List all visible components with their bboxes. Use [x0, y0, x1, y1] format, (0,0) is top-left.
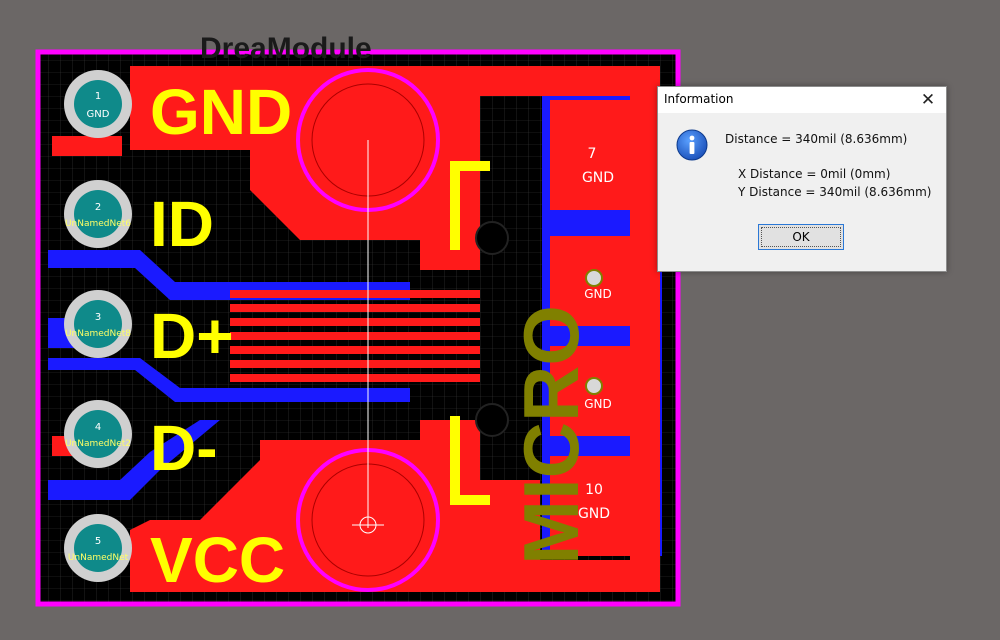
- silk-gnd: GND: [150, 76, 292, 148]
- pin-net: GND: [87, 109, 110, 120]
- close-icon[interactable]: ✕: [910, 87, 946, 113]
- pin-number: 1: [95, 91, 101, 102]
- dialog-titlebar[interactable]: Information ✕: [658, 87, 946, 113]
- silk-vcc: VCC: [150, 524, 285, 596]
- y-distance-text: Y Distance = 340mil (8.636mm): [738, 185, 932, 199]
- ok-button[interactable]: OK: [758, 224, 844, 250]
- pin-3: 3 UnNamedNet8: [64, 290, 132, 358]
- pin-net: UnNamedNet6: [65, 219, 131, 229]
- silk-micro-label: MICRO: [507, 305, 595, 565]
- pin-number: 2: [95, 202, 101, 213]
- info-icon: [676, 129, 708, 161]
- silk-id: ID: [150, 188, 214, 260]
- x-distance-text: X Distance = 0mil (0mm): [738, 167, 891, 181]
- pad-8-net: GND: [584, 287, 612, 301]
- pin-number: 4: [95, 422, 101, 433]
- pad-7-number: 7: [588, 146, 597, 162]
- silk-dplus: D+: [150, 300, 234, 372]
- pin-number: 5: [95, 536, 101, 547]
- watermark-logo: DreaModule: [200, 32, 372, 65]
- pin-2: 2 UnNamedNet6: [64, 180, 132, 248]
- distance-text: Distance = 340mil (8.636mm): [725, 132, 908, 146]
- pin-net: UnNamedNet2: [65, 439, 131, 449]
- pin-number: 3: [95, 312, 101, 323]
- ok-button-label: OK: [792, 230, 810, 244]
- information-dialog[interactable]: Information ✕ Distance = 340mil (8.636mm…: [657, 86, 947, 272]
- pin-5: 5 UnNamedNet: [64, 514, 132, 582]
- dialog-title: Information: [664, 92, 734, 106]
- pin-net: UnNamedNet8: [65, 329, 131, 339]
- pin-1: 1 GND: [64, 70, 132, 138]
- pin-4: 4 UnNamedNet2: [64, 400, 132, 468]
- pad-7-net: GND: [582, 170, 614, 186]
- pin-net: UnNamedNet: [68, 553, 129, 563]
- silk-dminus: D-: [150, 412, 218, 484]
